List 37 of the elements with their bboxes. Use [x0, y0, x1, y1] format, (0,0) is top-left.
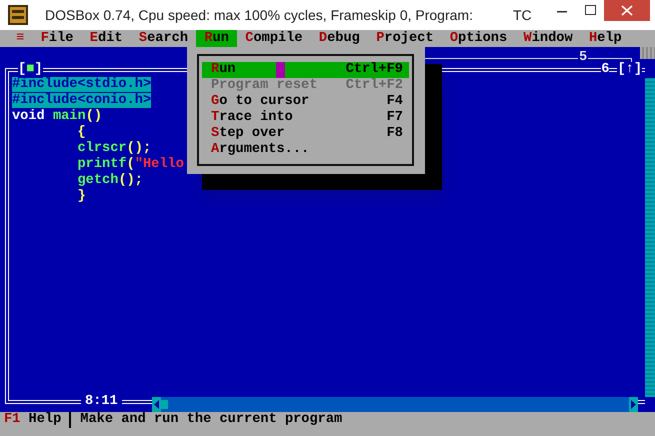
menu-item[interactable]: Search	[130, 30, 196, 47]
mouse-cursor	[276, 62, 285, 78]
zoom-box[interactable]: [↑]	[617, 62, 642, 78]
menu-item[interactable]: Trace into F7	[202, 110, 409, 126]
close-icon[interactable]	[604, 0, 650, 21]
menu-item[interactable]: Options	[442, 30, 516, 47]
scrollbar-track	[640, 47, 655, 59]
app-icon	[8, 5, 28, 25]
menu-item[interactable]: Debug	[310, 30, 368, 47]
menu-item[interactable]: Go to cursor F4	[202, 94, 409, 110]
code-line: getch();	[76, 173, 143, 189]
menu-item[interactable]: Arguments...	[202, 142, 409, 158]
menu-item[interactable]: Help	[580, 30, 630, 47]
code-line: }	[76, 189, 86, 205]
hotkey-label: F1	[4, 412, 20, 429]
menu-item[interactable]: Step over F8	[202, 126, 409, 142]
scroll-thumb[interactable]	[161, 400, 168, 409]
menu-item[interactable]: Window	[515, 30, 581, 47]
code-line: clrscr();	[76, 141, 152, 156]
left-arrow-icon[interactable]	[152, 397, 161, 412]
code-line: void main()	[12, 109, 102, 125]
menu-item[interactable]: Project	[368, 30, 442, 47]
code-line: {	[76, 125, 86, 141]
menu-item[interactable]: Run Ctrl+F9	[202, 62, 409, 78]
menu-item[interactable]: Edit	[82, 30, 131, 47]
program-name: TC	[512, 6, 532, 24]
close-box[interactable]: [■]	[18, 62, 43, 78]
horizontal-scrollbar[interactable]	[152, 397, 638, 412]
code-line: printf("Hello	[76, 157, 184, 173]
right-arrow-icon[interactable]	[629, 397, 638, 412]
menu-item[interactable]: Compile	[237, 30, 311, 47]
menu-item[interactable]: File	[32, 30, 82, 47]
help-label: Help	[28, 412, 62, 429]
status-message: Make and run the current program	[80, 412, 342, 429]
window-title: DOSBox 0.74, Cpu speed: max 100% cycles, Frameskip 0, Program:	[45, 6, 473, 25]
menu-item[interactable]: Run	[196, 30, 238, 47]
vertical-scrollbar[interactable]	[645, 78, 655, 397]
